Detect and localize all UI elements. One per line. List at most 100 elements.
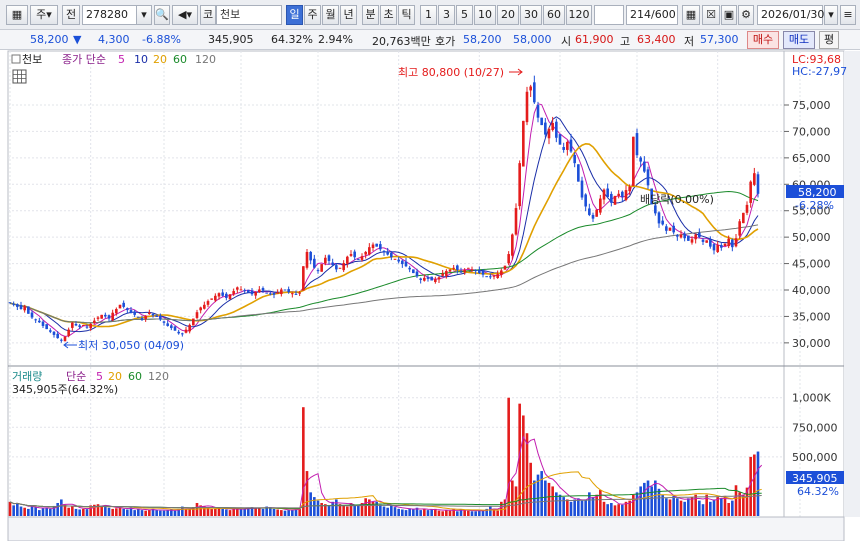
interval-20-button[interactable]: 20 bbox=[497, 5, 519, 25]
candle-body bbox=[8, 302, 12, 304]
chart-toolbar: ▦ 주▾ 전 278280 ▾ 🔍 ◀▾ 코 천보 일 주 월 년 분 초 틱 … bbox=[0, 0, 860, 30]
interval-120-button[interactable]: 120 bbox=[566, 5, 592, 25]
ask-price: 58,000 bbox=[513, 33, 552, 46]
volume-bar bbox=[555, 492, 558, 516]
name-prefix-button[interactable]: 코 bbox=[200, 5, 216, 25]
chart-type-icon[interactable]: ▦ bbox=[6, 5, 28, 25]
candle-body bbox=[371, 244, 375, 249]
grid-settings-icon[interactable]: ▦ bbox=[682, 5, 700, 25]
volume-bar bbox=[390, 505, 393, 516]
interval-3-button[interactable]: 3 bbox=[438, 5, 455, 25]
code-dropdown-icon[interactable]: ▾ bbox=[136, 5, 152, 25]
ma120-label[interactable]: 120 bbox=[195, 53, 216, 66]
ma10-label[interactable]: 10 bbox=[134, 53, 148, 66]
panel-toggle-icon[interactable] bbox=[11, 54, 21, 64]
price-tick-label: 35,000 bbox=[792, 310, 831, 323]
ma60-label[interactable]: 60 bbox=[173, 53, 187, 66]
volume-bar bbox=[635, 492, 639, 516]
interval-1-button[interactable]: 1 bbox=[420, 5, 437, 25]
candle-body bbox=[151, 313, 155, 316]
volume-bar bbox=[287, 510, 290, 516]
candle-body bbox=[551, 122, 554, 131]
right-scrollbar[interactable] bbox=[844, 51, 860, 517]
volume-bar bbox=[643, 482, 646, 516]
candle-body bbox=[250, 290, 254, 295]
candle-body bbox=[496, 274, 499, 278]
date-input[interactable]: 2026/01/30 bbox=[757, 5, 825, 25]
market-button[interactable]: 전 bbox=[62, 5, 80, 25]
candle-body bbox=[646, 169, 650, 186]
period-tick-button[interactable]: 틱 bbox=[398, 5, 415, 25]
candle-body bbox=[342, 263, 345, 271]
period-second-button[interactable]: 초 bbox=[380, 5, 397, 25]
candle-body bbox=[463, 269, 466, 273]
candle-body bbox=[562, 147, 565, 150]
period-year-button[interactable]: 년 bbox=[340, 5, 357, 25]
candle-body bbox=[228, 294, 232, 300]
stock-name-field[interactable]: 천보 bbox=[216, 5, 282, 25]
hc-label: HC:-27,97 bbox=[792, 65, 847, 78]
stock-chart[interactable]: 75,00070,00065,00060,00055,00050,00045,0… bbox=[0, 50, 860, 541]
volume-bar bbox=[606, 504, 609, 516]
bid-price: 58,200 bbox=[463, 33, 502, 46]
high-price: 63,400 bbox=[637, 33, 676, 46]
interval-5-button[interactable]: 5 bbox=[456, 5, 473, 25]
candle-body bbox=[309, 251, 312, 261]
volume-bar bbox=[569, 501, 573, 516]
candle-body bbox=[426, 277, 430, 279]
vol-ma20-label[interactable]: 20 bbox=[108, 370, 122, 383]
gear-icon[interactable]: ⚙ bbox=[738, 5, 754, 25]
candle-body bbox=[705, 240, 708, 243]
sell-button[interactable]: 매도 bbox=[783, 31, 815, 49]
candle-body bbox=[412, 269, 415, 274]
vol-ma60-label[interactable]: 60 bbox=[128, 370, 142, 383]
candle-body bbox=[170, 325, 173, 329]
display-count-field[interactable]: 214/600 bbox=[626, 5, 678, 25]
volume-bar bbox=[382, 506, 386, 516]
volume-bar bbox=[239, 509, 243, 516]
low-price: 57,300 bbox=[700, 33, 739, 46]
volume-bar bbox=[247, 508, 250, 516]
candle-body bbox=[265, 292, 268, 294]
save-icon[interactable]: ▣ bbox=[721, 5, 737, 25]
volume-bar bbox=[232, 508, 235, 516]
menu-icon[interactable]: ≡ bbox=[840, 5, 856, 25]
volume-bar bbox=[595, 494, 598, 516]
interval-custom-input[interactable] bbox=[594, 5, 624, 25]
buy-button[interactable]: 매수 bbox=[747, 31, 779, 49]
candle-body bbox=[452, 267, 455, 269]
ma-label: 종가 단순 bbox=[62, 53, 106, 66]
sound-icon[interactable]: ◀▾ bbox=[172, 5, 198, 25]
date-value: 2026/01/30 bbox=[761, 8, 825, 21]
search-icon[interactable]: 🔍 bbox=[154, 5, 170, 25]
candle-body bbox=[30, 312, 34, 318]
interval-60-button[interactable]: 60 bbox=[543, 5, 565, 25]
period-minute-button[interactable]: 분 bbox=[362, 5, 379, 25]
candle-body bbox=[478, 270, 481, 274]
display-count-total: /600 bbox=[651, 8, 676, 21]
average-button[interactable]: 평 bbox=[819, 31, 839, 49]
period-day-button[interactable]: 일 bbox=[286, 5, 303, 25]
period-month-button[interactable]: 월 bbox=[322, 5, 339, 25]
volume-bar bbox=[364, 498, 367, 516]
candle-body bbox=[225, 293, 228, 298]
period-week-button[interactable]: 주 bbox=[304, 5, 321, 25]
interval-10-button[interactable]: 10 bbox=[474, 5, 496, 25]
candle-body bbox=[100, 314, 103, 319]
candle-body bbox=[720, 245, 723, 248]
vol-ma5-label[interactable]: 5 bbox=[96, 370, 103, 383]
volume-bar bbox=[126, 509, 129, 516]
volume-bar bbox=[500, 501, 503, 516]
candle-body bbox=[52, 331, 56, 335]
checkbox-icon[interactable]: ☒ bbox=[702, 5, 720, 25]
ma20-label[interactable]: 20 bbox=[153, 53, 167, 66]
type-select-label: 주 bbox=[36, 8, 47, 21]
table-icon[interactable] bbox=[12, 69, 27, 84]
vol-ma120-label[interactable]: 120 bbox=[148, 370, 169, 383]
interval-30-button[interactable]: 30 bbox=[520, 5, 542, 25]
type-select[interactable]: 주▾ bbox=[30, 5, 58, 25]
volume-bar bbox=[580, 500, 584, 516]
price-change: 4,300 bbox=[98, 33, 130, 46]
ma5-label[interactable]: 5 bbox=[118, 53, 125, 66]
calendar-dropdown-icon[interactable]: ▾ bbox=[824, 5, 838, 25]
